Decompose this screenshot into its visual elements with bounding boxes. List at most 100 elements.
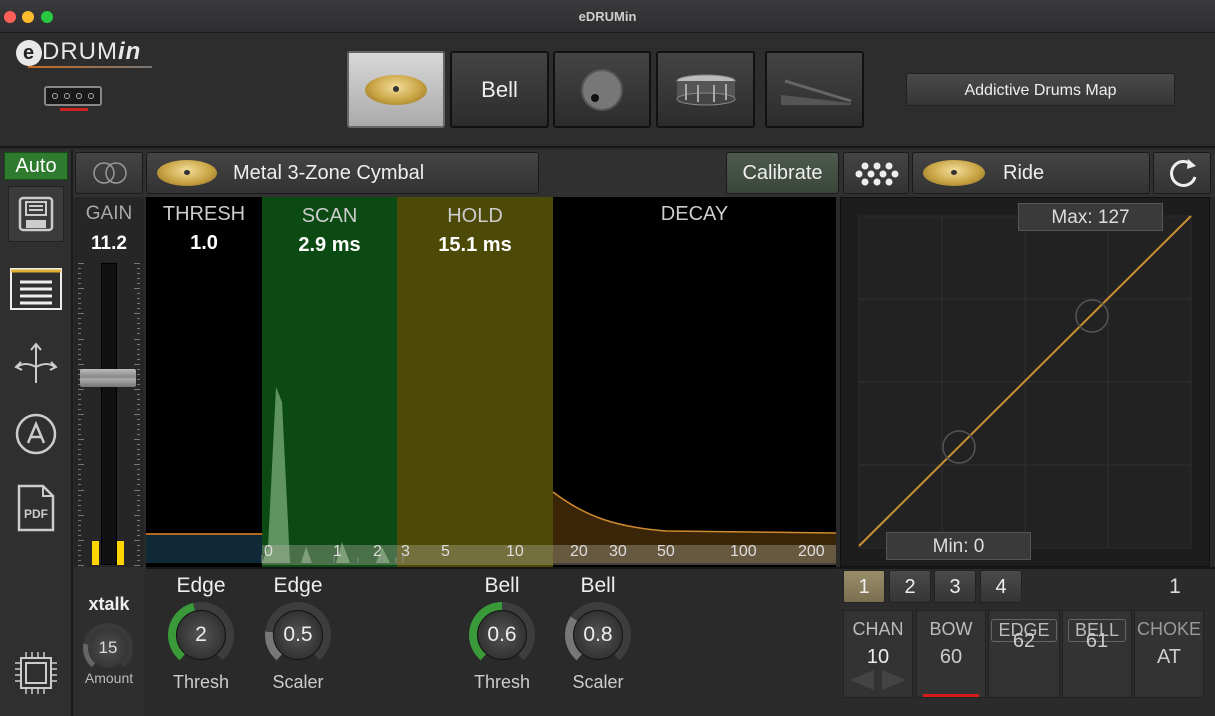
gain-scale-tick [78,399,81,400]
gain-scale-tick [137,318,140,319]
gain-scale-tick [137,520,140,521]
xtalk-amount-label: Amount [84,670,134,686]
gain-scale-tick [78,283,81,284]
assign-a-icon[interactable] [8,406,64,462]
gain-scale-tick [78,318,81,319]
pad-type-selector[interactable]: Metal 3-Zone Cymbal [146,152,539,194]
logo-underline [28,66,152,68]
reset-button[interactable] [1153,152,1211,194]
parameter-knob[interactable]: 0.8 [565,602,631,668]
gain-scale-tick [78,424,81,425]
gain-scale-tick [78,545,81,546]
gain-scale-tick [137,530,140,531]
mapping-cell-bow[interactable]: BOW 60 [916,610,986,698]
addictive-drums-map-button[interactable]: Addictive Drums Map [906,73,1175,106]
max-velocity-label[interactable]: Max: 127 [1018,203,1163,231]
snare-drum-icon [676,74,735,105]
routing-arrows-icon[interactable] [8,334,64,390]
min-velocity-label[interactable]: Min: 0 [886,532,1031,560]
gain-scale-tick [137,268,140,269]
gain-scale-tick [137,394,140,395]
instrument-selector[interactable]: Ride [912,152,1150,194]
time-tick-label: 10 [506,543,524,560]
xtalk-knob[interactable]: 15 [83,623,133,673]
mapping-cell-choke[interactable]: CHOKE AT [1134,610,1204,698]
knob-group: Edge 2 Thresh [156,574,246,693]
calibrate-button[interactable]: Calibrate [726,152,839,194]
window-title: eDRUMin [578,9,637,24]
usb-port-icon [44,86,102,106]
pad-snare-button[interactable] [656,51,755,128]
gain-scale-tick [137,469,140,470]
mapping-cell-edge[interactable]: EDGE 62 [988,610,1060,698]
gain-scale-tick [78,339,84,340]
gain-scale-tick [78,555,81,556]
prev-channel-button[interactable] [846,668,876,692]
gain-scale-tick [137,379,140,380]
parameter-knob[interactable]: 0.6 [469,602,535,668]
gain-label: GAIN [85,203,133,224]
zones-dots-button[interactable] [843,152,909,194]
gain-scale-tick [78,525,81,526]
gain-scale-tick [137,349,140,350]
gain-scale-tick [137,454,140,455]
gain-scale-tick [78,550,81,551]
knob-parameter-label: Thresh [172,672,230,692]
velocity-curve-panel[interactable]: Max: 127 Min: 0 [840,197,1210,567]
instrument-label: Ride [1003,162,1045,184]
mapping-header: CHAN [852,619,904,639]
layer-tab-2[interactable]: 2 [889,570,931,603]
pdf-manual-icon[interactable]: PDF [8,480,64,536]
gain-scale-tick [134,263,140,264]
parameter-knob[interactable]: 0.5 [265,602,331,668]
save-icon[interactable] [8,186,64,242]
gain-scale-tick [78,500,81,501]
parameter-knob[interactable]: 2 [168,602,234,668]
gain-scale-tick [78,268,81,269]
gain-scale-tick [137,449,140,450]
gain-fader-handle[interactable] [80,369,136,387]
layer-tab-4[interactable]: 4 [980,570,1022,603]
gain-scale-tick [78,298,81,299]
gain-scale-tick [137,354,140,355]
cymbal-icon [923,160,985,186]
gain-scale-tick [137,550,140,551]
gain-scale-tick [137,409,140,410]
gain-scale-tick [137,328,140,329]
pad-bell-button[interactable]: Bell [450,51,549,128]
layer-tab-3[interactable]: 3 [934,570,976,603]
knob-parameter-label: Scaler [272,672,324,692]
gain-scale-tick [134,464,140,465]
velocity-curve-graph [858,215,1192,549]
pad-knob-button[interactable] [553,51,651,128]
gain-scale-tick [134,288,140,289]
knob-zone-label: Edge [273,574,323,597]
gain-scale-tick [78,308,81,309]
gain-value: 11.2 [91,233,127,254]
time-tick-label: 100 [730,543,757,560]
chip-icon[interactable] [8,645,64,701]
gain-scale-tick [137,495,140,496]
knob-zone-label: Edge [176,574,226,597]
auto-button[interactable]: Auto [4,152,68,180]
layer-tab-1[interactable]: 1 [843,570,885,603]
gain-scale-tick [137,535,140,536]
gain-scale-tick [137,283,140,284]
time-axis: 0 1 2 3 5 10 20 30 50 100 200 [146,542,836,564]
pad-cymbal-button[interactable] [347,51,445,128]
mapping-cell-bell[interactable]: BELL 61 [1062,610,1132,698]
link-rings-button[interactable] [75,152,143,194]
menu-list-icon[interactable] [8,261,64,317]
knob-value: 0.5 [273,610,323,660]
gain-scale-tick [137,479,140,480]
xtalk-label: xtalk [88,594,130,614]
gain-scale-tick [137,429,140,430]
gain-scale-tick [78,449,81,450]
gain-scale-tick [78,419,81,420]
xtalk-value: 15 [88,628,128,668]
gain-scale-tick [78,464,84,465]
next-channel-button[interactable] [880,668,910,692]
pad-pedal-button[interactable] [765,51,864,128]
gain-scale-tick [78,469,81,470]
gain-scale-tick [78,293,81,294]
